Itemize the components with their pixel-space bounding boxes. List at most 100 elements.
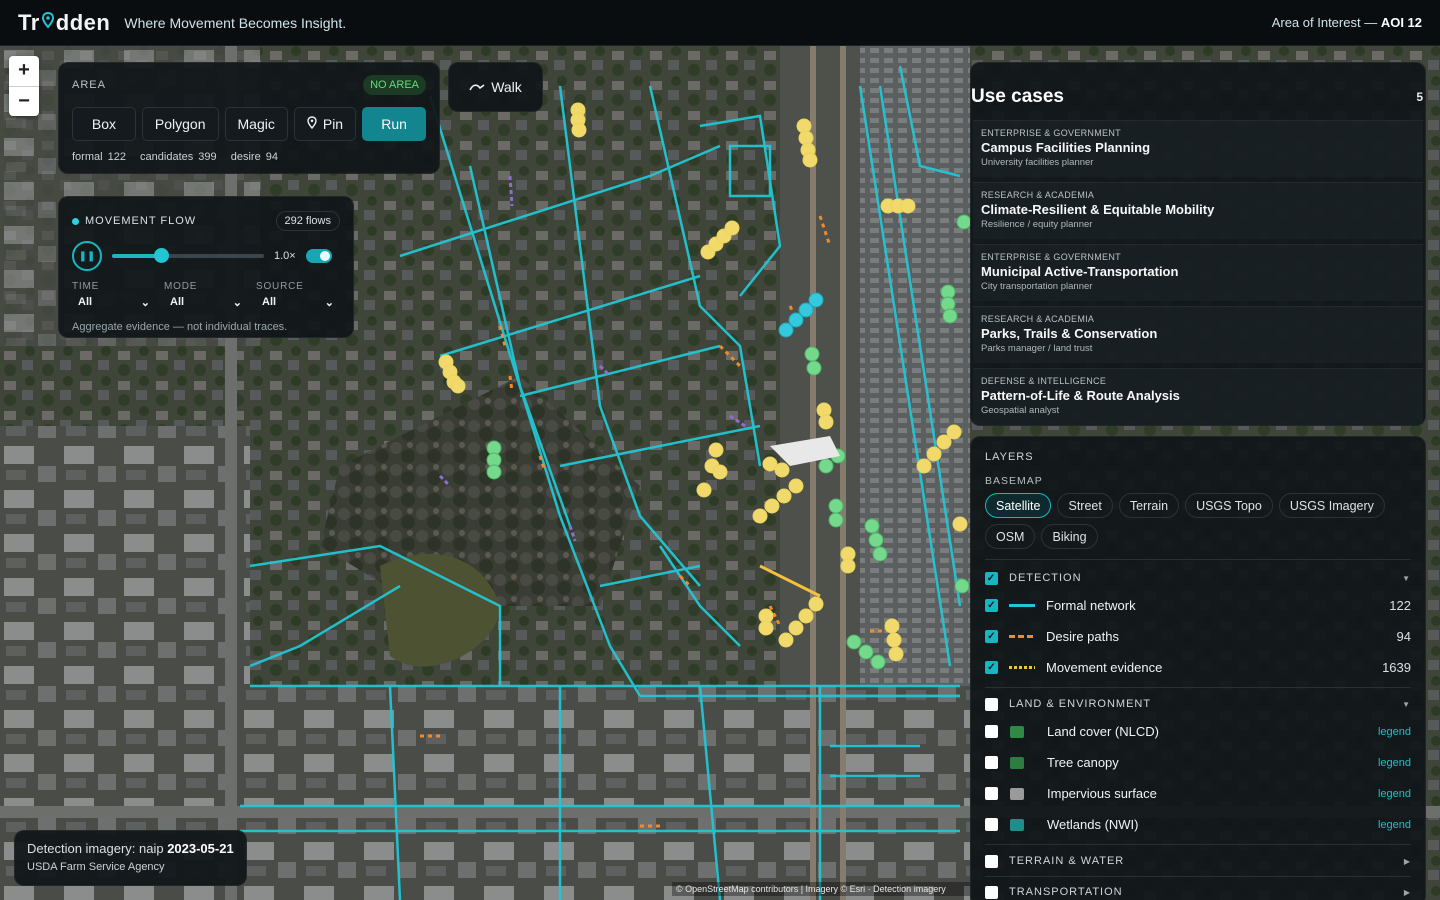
chevron-down-icon: ⌄	[324, 297, 334, 309]
detection-imagery-prefix: Detection imagery: naip	[27, 841, 168, 856]
layer-row-desire-paths[interactable]: Desire paths 94	[985, 621, 1411, 652]
terrain-water-title: TERRAIN & WATER	[1009, 855, 1125, 867]
time-filter[interactable]: TIME All ⌄	[72, 281, 154, 309]
transportation-checkbox[interactable]	[985, 885, 998, 899]
layer-row-impervious-surface[interactable]: Impervious surface legend	[985, 778, 1411, 809]
detection-imagery-line: Detection imagery: naip 2023-05-21	[27, 841, 234, 856]
flow-toggle[interactable]	[305, 249, 332, 263]
land-cover-swatch	[1010, 725, 1024, 738]
playback-speed[interactable]: 1.0×	[274, 250, 296, 262]
zoom-out-button[interactable]: −	[9, 85, 39, 117]
use-case-item[interactable]: RESEARCH & ACADEMIA Parks, Trails & Cons…	[973, 306, 1423, 363]
brand-logo[interactable]: Tr dden	[18, 10, 110, 36]
source-filter[interactable]: SOURCE All ⌄	[256, 281, 338, 309]
basemap-usgs-imagery[interactable]: USGS Imagery	[1278, 493, 1385, 518]
area-tools: Box Polygon Magic Pin Run	[72, 107, 426, 141]
pin-tool-button[interactable]: Pin	[293, 107, 357, 141]
area-stats: formal 122 candidates 399 desire 94	[72, 151, 426, 163]
basemap-terrain[interactable]: Terrain	[1118, 493, 1180, 518]
layers-title: LAYERS	[985, 451, 1034, 463]
basemap-biking[interactable]: Biking	[1041, 524, 1098, 549]
movement-flow-title-text: MOVEMENT FLOW	[85, 215, 197, 227]
walk-button[interactable]: Walk	[448, 62, 543, 112]
wetlands-legend-link[interactable]: legend	[1378, 819, 1411, 831]
layer-row-wetlands[interactable]: Wetlands (NWI) legend	[985, 809, 1411, 840]
use-case-category: DEFENSE & INTELLIGENCE	[981, 376, 1107, 386]
flows-count-badge: 292 flows	[275, 211, 340, 231]
chevron-right-icon[interactable]: ▶	[1404, 857, 1411, 866]
land-cover-legend-link[interactable]: legend	[1378, 726, 1411, 738]
divider	[985, 687, 1411, 688]
basemap-options: Satellite Street Terrain USGS Topo USGS …	[985, 493, 1411, 549]
source-filter-label: SOURCE	[256, 281, 304, 292]
stat-candidates: candidates 399	[140, 151, 217, 163]
tagline: Where Movement Becomes Insight.	[124, 14, 347, 31]
time-filter-label: TIME	[72, 281, 100, 292]
timeline-knob[interactable]	[153, 248, 169, 263]
box-tool-button[interactable]: Box	[72, 107, 136, 141]
detection-section-header[interactable]: DETECTION ▼	[985, 566, 1411, 590]
use-cases-count: 5	[1416, 90, 1423, 104]
layer-row-tree-canopy[interactable]: Tree canopy legend	[985, 747, 1411, 778]
area-status-badge: NO AREA	[363, 75, 426, 95]
desire-paths-checkbox[interactable]	[985, 630, 998, 643]
use-case-item[interactable]: ENTERPRISE & GOVERNMENT Campus Facilitie…	[973, 120, 1423, 177]
transportation-section-header[interactable]: TRANSPORTATION ▶	[985, 880, 1411, 900]
chevron-right-icon[interactable]: ▶	[1404, 888, 1411, 897]
use-cases-title: Use cases	[971, 86, 1064, 107]
land-environment-title: LAND & ENVIRONMENT	[1009, 698, 1152, 710]
use-case-name: Climate-Resilient & Equitable Mobility	[981, 202, 1215, 217]
flow-filters: TIME All ⌄ MODE All ⌄ SOURCE All ⌄	[72, 281, 340, 309]
zoom-in-button[interactable]: +	[9, 56, 39, 86]
formal-network-label: Formal network	[1046, 598, 1136, 613]
movement-evidence-count: 1639	[1382, 660, 1411, 675]
impervious-surface-checkbox[interactable]	[985, 787, 998, 800]
use-case-item[interactable]: ENTERPRISE & GOVERNMENT Municipal Active…	[973, 244, 1423, 301]
wetlands-checkbox[interactable]	[985, 818, 998, 831]
basemap-osm[interactable]: OSM	[985, 524, 1036, 549]
movement-evidence-checkbox[interactable]	[985, 661, 998, 674]
land-environment-section-header[interactable]: LAND & ENVIRONMENT ▼	[985, 692, 1411, 716]
use-case-category: RESEARCH & ACADEMIA	[981, 314, 1095, 324]
movement-evidence-swatch	[1009, 666, 1035, 669]
layer-row-movement-evidence[interactable]: Movement evidence 1639	[985, 652, 1411, 683]
impervious-surface-legend-link[interactable]: legend	[1378, 788, 1411, 800]
use-case-category: ENTERPRISE & GOVERNMENT	[981, 252, 1121, 262]
divider	[985, 844, 1411, 845]
mode-filter-label: MODE	[164, 281, 198, 292]
formal-network-checkbox[interactable]	[985, 599, 998, 612]
terrain-water-section-header[interactable]: TERRAIN & WATER ▶	[985, 849, 1411, 873]
pause-icon: ❚❚	[78, 250, 96, 262]
timeline-slider[interactable]	[112, 248, 264, 263]
pin-icon	[307, 116, 317, 132]
terrain-water-checkbox[interactable]	[985, 854, 998, 868]
map-attribution[interactable]: © OpenStreetMap contributors | Imagery ©…	[672, 882, 970, 896]
use-case-item[interactable]: RESEARCH & ACADEMIA Climate-Resilient & …	[973, 182, 1423, 239]
chevron-down-icon[interactable]: ▼	[1402, 700, 1411, 709]
basemap-street[interactable]: Street	[1057, 493, 1113, 518]
impervious-surface-label: Impervious surface	[1047, 786, 1157, 801]
chevron-down-icon[interactable]: ▼	[1402, 574, 1411, 583]
basemap-satellite[interactable]: Satellite	[985, 493, 1052, 518]
aoi-indicator: Area of Interest — AOI 12	[1272, 15, 1422, 30]
use-case-item[interactable]: DEFENSE & INTELLIGENCE Pattern-of-Life &…	[973, 368, 1423, 425]
land-cover-checkbox[interactable]	[985, 725, 998, 738]
aggregate-note: Aggregate evidence — not individual trac…	[72, 321, 288, 333]
tree-canopy-checkbox[interactable]	[985, 756, 998, 769]
wetlands-swatch	[1010, 818, 1024, 831]
basemap-usgs-topo[interactable]: USGS Topo	[1185, 493, 1273, 518]
mode-filter[interactable]: MODE All ⌄	[164, 281, 246, 309]
detection-imagery-date: 2023-05-21	[167, 841, 234, 856]
layer-row-land-cover[interactable]: Land cover (NLCD) legend	[985, 716, 1411, 747]
detection-checkbox[interactable]	[985, 571, 998, 585]
layers-panel: LAYERS BASEMAP Satellite Street Terrain …	[970, 436, 1426, 900]
tree-canopy-label: Tree canopy	[1047, 755, 1119, 770]
magic-tool-button[interactable]: Magic	[224, 107, 288, 141]
run-button[interactable]: Run	[362, 107, 426, 141]
polygon-tool-button[interactable]: Polygon	[141, 107, 219, 141]
land-environment-checkbox[interactable]	[985, 697, 998, 711]
tree-canopy-legend-link[interactable]: legend	[1378, 757, 1411, 769]
pause-button[interactable]: ❚❚	[72, 241, 102, 271]
brand-text-right: dden	[55, 9, 111, 35]
layer-row-formal-network[interactable]: Formal network 122	[985, 590, 1411, 621]
